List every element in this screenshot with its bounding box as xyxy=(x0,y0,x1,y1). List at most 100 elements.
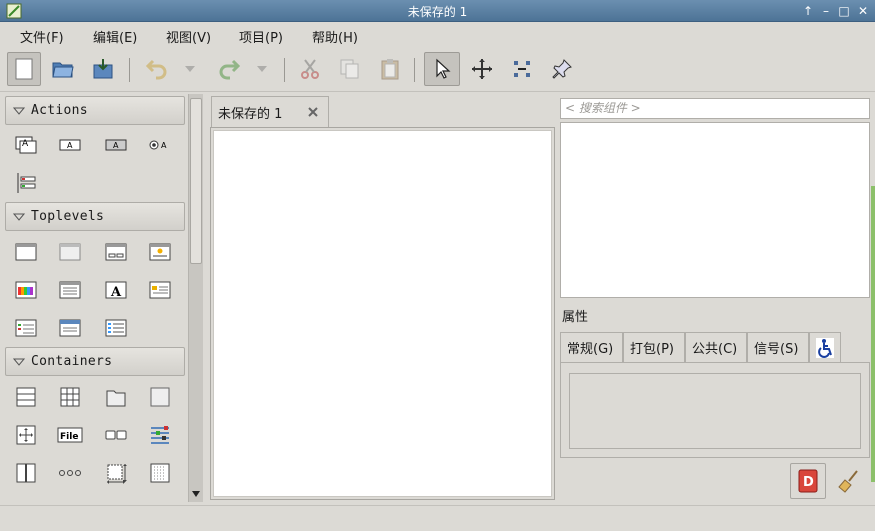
design-canvas[interactable] xyxy=(213,130,552,497)
drag-resize-button[interactable] xyxy=(465,52,499,86)
fixed-icon[interactable] xyxy=(11,420,41,450)
tab-signals[interactable]: 信号(S) xyxy=(747,332,809,362)
frame-icon[interactable] xyxy=(145,382,175,412)
toggle-action-icon[interactable]: A xyxy=(55,130,85,160)
margin-edit-button[interactable] xyxy=(505,52,539,86)
expander-icon xyxy=(12,104,26,118)
app-chooser-dialog-icon[interactable] xyxy=(101,313,131,343)
window-edge xyxy=(871,186,875,482)
paned-icon[interactable] xyxy=(11,458,41,488)
size-group-icon[interactable] xyxy=(101,458,131,488)
move-icon xyxy=(472,59,492,79)
toolbar-separator xyxy=(414,58,415,82)
svg-text:A: A xyxy=(22,139,29,149)
close-icon[interactable]: ✕ xyxy=(855,3,871,19)
action-group-icon[interactable] xyxy=(11,168,41,198)
notebook-icon[interactable] xyxy=(101,382,131,412)
menu-view[interactable]: 视图(V) xyxy=(166,27,211,46)
tab-packing[interactable]: 打包(P) xyxy=(623,332,685,362)
svg-text:File: File xyxy=(60,432,78,442)
title-bar: 未保存的 1 ↑ – □ ✕ xyxy=(0,0,875,22)
menu-edit[interactable]: 编辑(E) xyxy=(93,27,137,46)
grid-icon[interactable] xyxy=(55,382,85,412)
save-button[interactable] xyxy=(86,52,120,86)
recent-chooser-icon[interactable] xyxy=(11,313,41,343)
maximize-icon[interactable]: □ xyxy=(836,3,852,19)
copy-button[interactable] xyxy=(333,52,367,86)
menu-file[interactable]: 文件(F) xyxy=(20,27,64,46)
redo-icon xyxy=(219,59,241,80)
more-container-icon[interactable] xyxy=(11,494,41,502)
property-tabs: 常规(G) 打包(P) 公共(C) 信号(S) xyxy=(560,332,870,362)
align-icon xyxy=(514,61,530,77)
devhelp-button[interactable]: D xyxy=(790,463,826,499)
accessibility-icon xyxy=(816,337,834,358)
toolbar xyxy=(0,48,875,92)
window-icon[interactable] xyxy=(11,237,41,267)
assistant-icon[interactable] xyxy=(55,313,85,343)
paste-button[interactable] xyxy=(373,52,407,86)
svg-text:A: A xyxy=(113,141,119,150)
search-input[interactable]: < 搜索组件 > xyxy=(560,98,870,119)
layout-icon[interactable] xyxy=(145,458,175,488)
tab-accessibility[interactable] xyxy=(809,332,841,362)
pin-icon xyxy=(552,59,572,79)
toggle-action-pressed-icon[interactable]: A xyxy=(101,130,131,160)
color-chooser-icon[interactable] xyxy=(11,275,41,305)
menu-project[interactable]: 项目(P) xyxy=(239,27,283,46)
svg-text:A: A xyxy=(110,285,122,300)
new-file-icon xyxy=(15,58,33,80)
undo-history-dropdown[interactable] xyxy=(176,52,204,86)
clear-button[interactable] xyxy=(832,463,868,499)
minimize-icon[interactable]: – xyxy=(818,3,834,19)
window-title: 未保存的 1 xyxy=(407,5,468,19)
toolbar-separator xyxy=(284,58,285,82)
action-icon[interactable]: A xyxy=(11,130,41,160)
inspector-pane: < 搜索组件 > 属性 常规(G) 打包(P) 公共(C) 信号(S) xyxy=(560,94,873,502)
tab-document[interactable]: 未保存的 1 xyxy=(211,96,329,128)
document-tabs: 未保存的 1 xyxy=(208,94,558,128)
palette-group-actions[interactable]: Actions xyxy=(5,96,185,125)
widget-tree[interactable] xyxy=(560,122,870,298)
design-area-frame xyxy=(210,127,555,500)
radio-action-icon[interactable]: A xyxy=(145,130,175,160)
tab-label: 未保存的 1 xyxy=(218,107,283,122)
dialog-icon[interactable] xyxy=(101,237,131,267)
tab-general[interactable]: 常规(G) xyxy=(560,332,623,362)
more-container-icon[interactable] xyxy=(101,494,131,502)
redo-history-dropdown[interactable] xyxy=(248,52,276,86)
menu-bar: 文件(F) 编辑(E) 视图(V) 项目(P) 帮助(H) xyxy=(0,22,875,48)
redo-button[interactable] xyxy=(212,52,246,86)
property-editor xyxy=(569,373,861,449)
cut-button[interactable] xyxy=(293,52,327,86)
alignment-edit-button[interactable] xyxy=(545,52,579,86)
scrollbar-thumb[interactable] xyxy=(190,98,202,264)
open-button[interactable] xyxy=(46,52,80,86)
tab-common[interactable]: 公共(C) xyxy=(685,332,747,362)
offscreen-window-icon[interactable] xyxy=(55,237,85,267)
new-button[interactable] xyxy=(7,52,41,86)
file-chooser-button-icon[interactable]: File xyxy=(55,420,85,450)
toolbar-separator xyxy=(129,58,130,82)
close-tab-icon[interactable] xyxy=(306,105,320,119)
palette-group-toplevels[interactable]: Toplevels xyxy=(5,202,185,231)
keep-above-icon[interactable]: ↑ xyxy=(800,3,816,19)
palette-group-containers[interactable]: Containers xyxy=(5,347,185,376)
button-box-icon[interactable] xyxy=(101,420,131,450)
box-icon[interactable] xyxy=(11,382,41,412)
pointer-icon xyxy=(436,58,451,79)
scroll-down-icon[interactable] xyxy=(190,488,202,500)
undo-button[interactable] xyxy=(140,52,174,86)
broom-icon xyxy=(838,470,858,493)
file-chooser-icon[interactable] xyxy=(55,275,85,305)
list-box-icon[interactable] xyxy=(145,420,175,450)
svg-text:A: A xyxy=(67,141,73,150)
palette-scrollbar[interactable] xyxy=(188,94,203,502)
select-mode-button[interactable] xyxy=(424,52,460,86)
toolbar-container-icon[interactable] xyxy=(55,458,85,488)
more-container-icon[interactable] xyxy=(145,494,175,502)
about-dialog-icon[interactable] xyxy=(145,275,175,305)
font-chooser-icon[interactable]: A xyxy=(101,275,131,305)
message-dialog-icon[interactable] xyxy=(145,237,175,267)
menu-help[interactable]: 帮助(H) xyxy=(312,27,358,46)
